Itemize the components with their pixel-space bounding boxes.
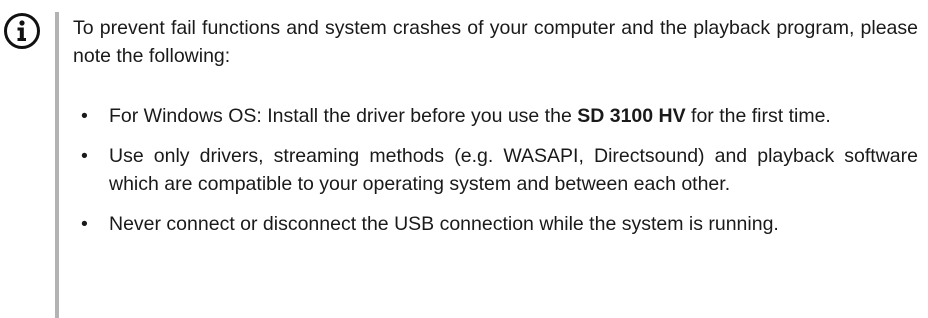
list-item-compatible-software: • Use only drivers, streaming methods (e… bbox=[73, 142, 918, 198]
note-divider-bar bbox=[55, 12, 59, 318]
bullet-icon: • bbox=[81, 145, 88, 167]
bullet-icon: • bbox=[81, 213, 88, 235]
note-content: To prevent fail functions and system cra… bbox=[73, 14, 918, 250]
list-item-text: Never connect or disconnect the USB conn… bbox=[109, 213, 779, 235]
list-item-driver-install: • For Windows OS: Install the driver bef… bbox=[73, 102, 918, 130]
list-item-text: Use only drivers, streaming methods (e.g… bbox=[109, 145, 918, 195]
info-icon bbox=[3, 12, 41, 50]
list-item-text-before: For Windows OS: Install the driver befor… bbox=[109, 105, 578, 127]
product-name: SD 3100 HV bbox=[577, 105, 686, 127]
note-list: • For Windows OS: Install the driver bef… bbox=[73, 102, 918, 238]
note-intro: To prevent fail functions and system cra… bbox=[73, 17, 918, 67]
info-note: To prevent fail functions and system cra… bbox=[0, 0, 928, 318]
list-item-usb-connection: • Never connect or disconnect the USB co… bbox=[73, 210, 918, 238]
list-item-text: For Windows OS: Install the driver befor… bbox=[109, 105, 831, 127]
list-item-text-after: for the first time. bbox=[685, 105, 831, 127]
bullet-icon: • bbox=[81, 105, 88, 127]
